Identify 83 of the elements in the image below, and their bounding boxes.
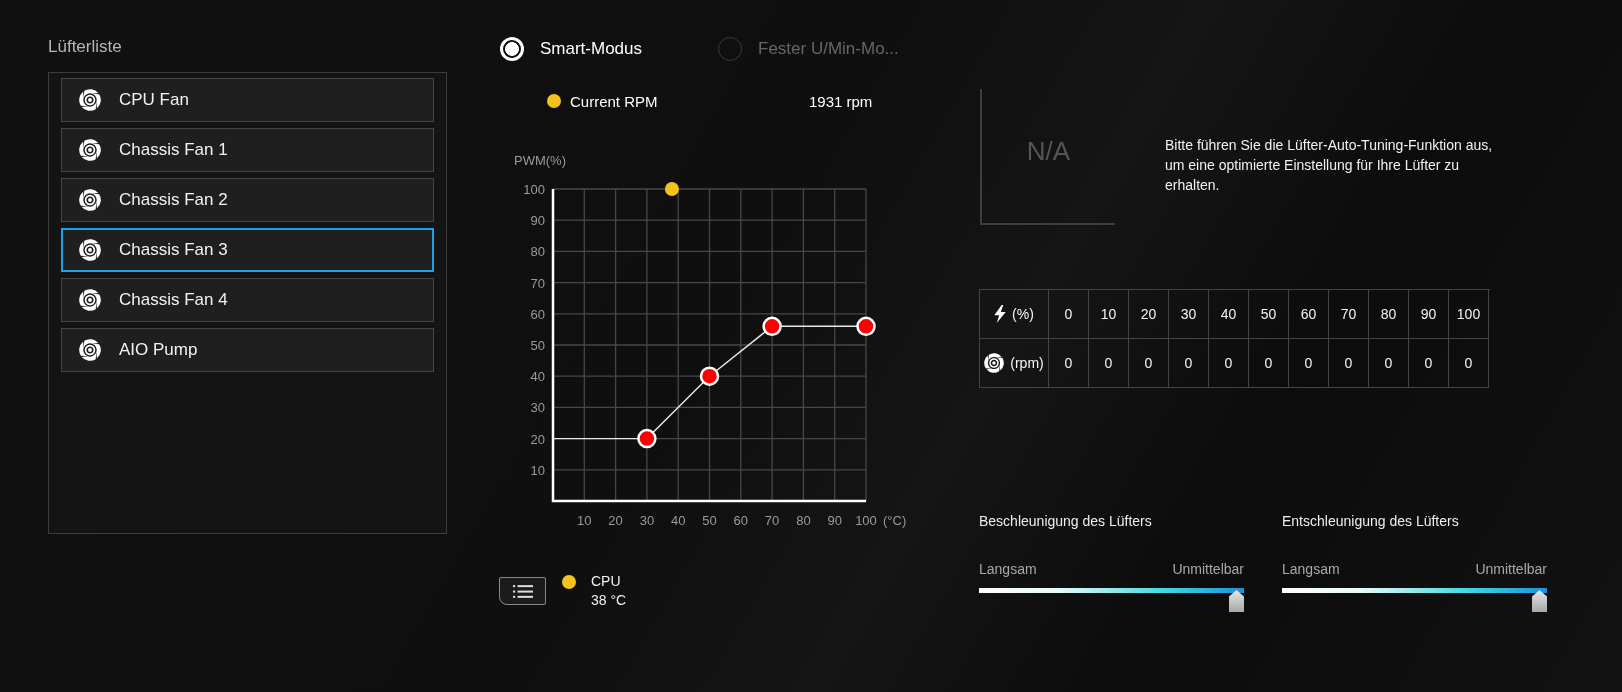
sensor-name: CPU <box>591 572 622 591</box>
axis-tick-label: 80 <box>796 513 811 528</box>
sensor-dot-icon <box>562 575 576 589</box>
fan-list-item[interactable]: Chassis Fan 4 <box>61 278 434 322</box>
sensor-list-button[interactable] <box>499 577 546 605</box>
fan-icon <box>984 353 1005 373</box>
axis-tick-label: 10 <box>577 513 592 528</box>
list-icon <box>512 584 533 598</box>
fan-list-item[interactable]: Chassis Fan 2 <box>61 178 434 222</box>
axis-tick-label: 50 <box>702 513 717 528</box>
table-cell: 0 <box>1449 339 1489 388</box>
current-point-marker <box>664 182 679 196</box>
table-cell: 0 <box>1049 290 1089 339</box>
curve-point-handle[interactable] <box>856 316 876 337</box>
fan-list-item[interactable]: CPU Fan <box>61 78 434 122</box>
slider-title: Entschleunigung des Lüfters <box>1282 512 1460 530</box>
axis-tick-label: 40 <box>670 513 686 528</box>
table-cell: 60 <box>1289 290 1329 339</box>
table-cell: 100 <box>1449 290 1489 339</box>
axis-tick-label: 70 <box>530 275 545 291</box>
axis-tick-label: 80 <box>530 244 545 260</box>
axis-tick-label: 20 <box>608 513 623 528</box>
fan-list-item[interactable]: AIO Pump <box>61 328 434 372</box>
axis-tick-label: 70 <box>764 513 780 528</box>
table-cell: 0 <box>1209 339 1249 388</box>
fan-icon <box>79 189 101 211</box>
fan-icon <box>79 289 101 311</box>
tuning-result-text: N/A <box>1026 135 1071 167</box>
axis-tick-label: 40 <box>530 369 545 385</box>
table-cell: 20 <box>1129 290 1169 339</box>
fan-list-item[interactable]: Chassis Fan 1 <box>61 128 434 172</box>
table-cell: 50 <box>1249 290 1289 339</box>
sensor-reading: 38 °C <box>591 591 627 610</box>
table-cell: 0 <box>1129 339 1169 388</box>
table-cell: 0 <box>1169 339 1209 388</box>
auto-tuning-message: Bitte führen Sie die Lüfter-Auto-Tuning-Funktion aus, um eine optimierte Einstellung für Ihre Lüfter zu erhalten. <box>1165 136 1494 195</box>
axis-tick-label: 90 <box>530 213 545 229</box>
slider-min-label: Langsam <box>979 560 1037 578</box>
slider-max-label: Unmittelbar <box>1172 560 1244 578</box>
table-cell: 0 <box>1089 339 1129 388</box>
fan-list-item[interactable]: Chassis Fan 3 <box>61 228 434 272</box>
slider-min-label: Langsam <box>1282 560 1340 578</box>
table-cell: 10 <box>1089 290 1129 339</box>
fan-icon <box>79 339 101 361</box>
axis-tick-label: 90 <box>827 513 842 528</box>
axis-tick-label: 50 <box>530 338 545 353</box>
axis-tick-label: 10 <box>530 462 545 478</box>
fan-list-title: Lüfterliste <box>48 37 123 57</box>
slider-title: Beschleunigung des Lüfters <box>979 512 1153 530</box>
fan-icon <box>79 89 101 111</box>
axis-tick-label: 100 <box>855 513 877 528</box>
y-axis-title: PWM(%) <box>514 153 566 168</box>
unit-label: (rpm) <box>1010 355 1044 371</box>
unit-label: (%) <box>1012 306 1034 322</box>
mode-radio-option[interactable]: Smart-Modus <box>500 37 643 61</box>
axis-tick-label: 20 <box>530 431 545 447</box>
table-cell: 40 <box>1209 290 1249 339</box>
table-cell: 0 <box>1329 339 1369 388</box>
table-cell: 80 <box>1369 290 1409 339</box>
table-cell: 0 <box>1049 339 1089 388</box>
lightning-icon <box>994 305 1007 323</box>
current-rpm-label: Current RPM <box>570 92 659 110</box>
x-axis-title: (°C) <box>883 513 907 528</box>
curve-point-handle[interactable] <box>699 366 720 386</box>
curve-point-handle[interactable] <box>637 428 657 449</box>
axis-tick-label: 30 <box>639 513 655 528</box>
axis-tick-label: 60 <box>530 306 545 322</box>
slider-max-label: Unmittelbar <box>1475 560 1547 578</box>
curve-point-handle[interactable] <box>762 316 782 337</box>
axis-tick-label: 60 <box>733 513 749 528</box>
table-cell: 90 <box>1409 290 1449 339</box>
table-cell: 0 <box>1249 339 1289 388</box>
table-cell: 0 <box>1289 339 1329 388</box>
axis-tick-label: 100 <box>523 182 545 197</box>
fan-icon <box>79 239 101 261</box>
fan-icon <box>79 139 101 161</box>
table-cell: 0 <box>1369 339 1409 388</box>
axis-tick-label: 30 <box>530 400 545 416</box>
table-cell: 70 <box>1329 290 1369 339</box>
table-cell: 0 <box>1409 339 1449 388</box>
legend-dot-icon <box>547 94 561 108</box>
current-rpm-value: 1931 rpm <box>809 92 873 110</box>
table-cell: 30 <box>1169 290 1209 339</box>
